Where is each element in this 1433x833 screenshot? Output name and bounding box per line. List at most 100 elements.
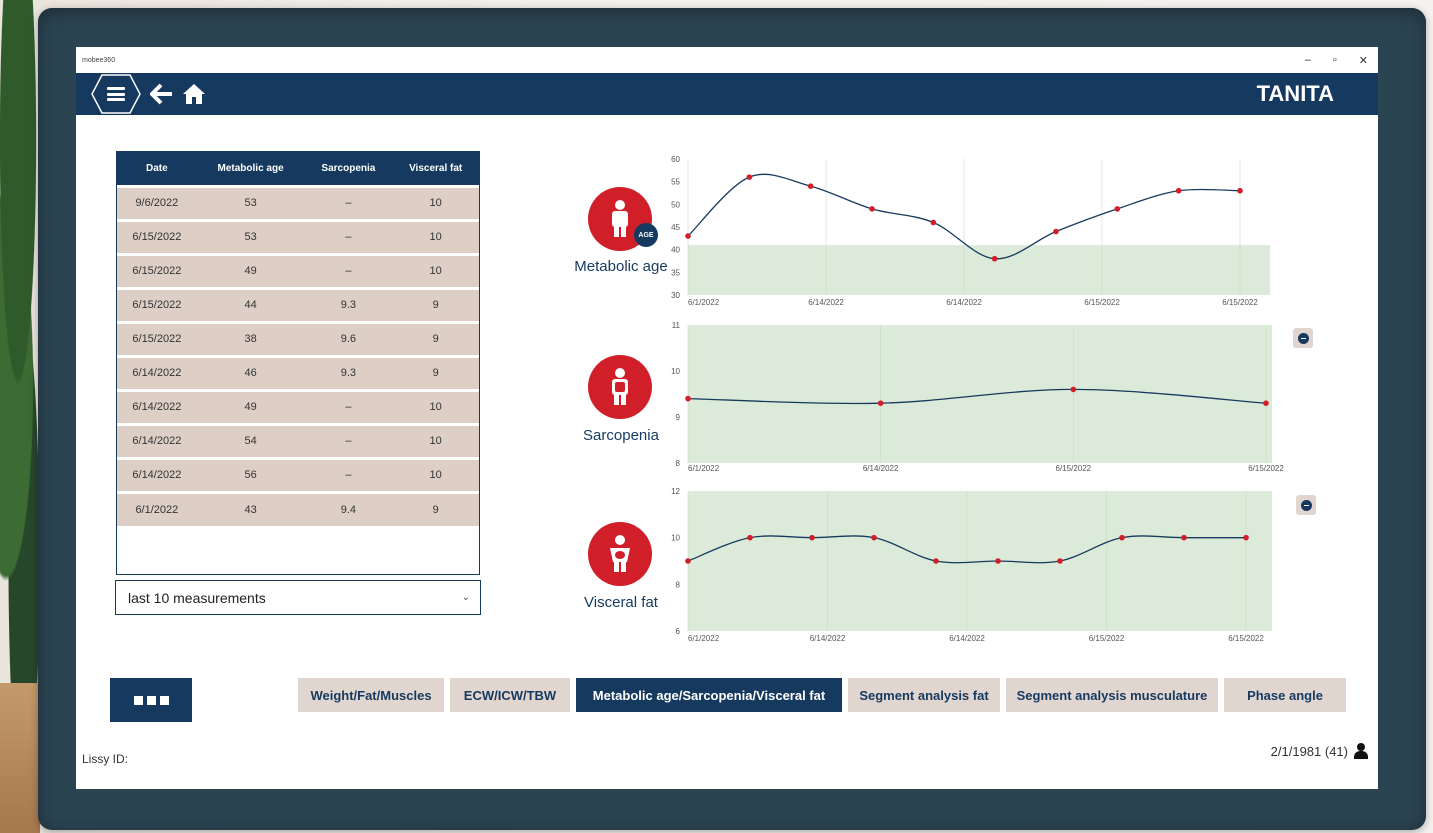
cell-metabolic-age: 54 (196, 422, 305, 458)
column-header-metabolic-age[interactable]: Metabolic age (196, 152, 305, 186)
dot-icon (133, 695, 143, 705)
collapse-visceral-fat-button[interactable] (1296, 495, 1316, 515)
dot-icon (146, 695, 156, 705)
cell-metabolic-age: 56 (196, 456, 305, 492)
table-row[interactable]: 6/14/2022 56–10 (117, 456, 479, 492)
data-point (871, 534, 877, 541)
table-row[interactable]: 6/14/2022 46 9.3 9 (117, 354, 479, 390)
back-button[interactable] (150, 83, 174, 105)
menu-button[interactable] (90, 73, 142, 115)
patient-birthdate: 2/1/1981 (41) (1271, 743, 1368, 759)
cell-metabolic-age: 49 (196, 388, 305, 424)
data-point (930, 219, 937, 226)
cell-metabolic-age: 38 (196, 320, 305, 356)
y-tick-label: 10 (671, 367, 680, 376)
cell-date: 6/15/2022 (117, 320, 197, 356)
table-row[interactable]: 6/15/2022 38 9.6 9 (117, 320, 479, 356)
close-button[interactable]: ✕ (1359, 54, 1368, 67)
column-header-sarcopenia[interactable]: Sarcopenia (304, 152, 393, 186)
table-row[interactable]: 6/15/2022 49–10 (117, 252, 479, 288)
home-button[interactable] (182, 83, 206, 105)
cell-metabolic-age: 44 (196, 286, 305, 322)
chevron-down-icon: ⌄ (461, 592, 470, 603)
tab-weight-fat-muscles[interactable]: Weight/Fat/Muscles (298, 678, 444, 712)
data-point (746, 174, 753, 180)
more-options-button[interactable] (110, 678, 192, 722)
tab-metabolic-sarcopenia-visceral[interactable]: Metabolic age/Sarcopenia/Visceral fat (576, 678, 842, 712)
range-select-value: last 10 measurements (128, 589, 266, 606)
y-tick-label: 12 (671, 487, 680, 496)
x-tick-label: 6/1/2022 (688, 634, 720, 643)
x-tick-label: 6/14/2022 (949, 634, 985, 643)
cell-date: 6/15/2022 (117, 218, 197, 254)
data-point (1263, 400, 1269, 406)
sarcopenia-icon (588, 355, 652, 419)
table-header-row: Date Metabolic age Sarcopenia Visceral f… (117, 152, 479, 186)
tanita-logo: TANITA (1256, 81, 1334, 106)
table-row[interactable]: 6/14/2022 49–10 (117, 388, 479, 424)
y-tick-label: 8 (676, 459, 681, 468)
cell-sarcopenia: – (304, 388, 393, 424)
cell-sarcopenia: – (304, 184, 393, 220)
data-point (809, 534, 815, 541)
y-tick-label: 55 (671, 178, 680, 187)
cell-visceral-fat: 9 (392, 490, 479, 526)
app-window: mobee360 – ▫ ✕ TANITA Date Metabolic age… (76, 47, 1378, 789)
tab-ecw-icw-tbw[interactable]: ECW/ICW/TBW (450, 678, 570, 712)
y-tick-label: 10 (671, 534, 680, 543)
data-point (933, 558, 939, 564)
cell-metabolic-age: 46 (196, 354, 305, 390)
y-tick-label: 45 (671, 223, 680, 232)
minimize-button[interactable]: – (1305, 54, 1311, 67)
cell-metabolic-age: 53 (196, 184, 305, 220)
y-tick-label: 9 (676, 413, 681, 422)
back-arrow-icon (150, 83, 172, 105)
table-row[interactable]: 6/15/2022 44 9.3 9 (117, 286, 479, 322)
data-point (685, 233, 691, 239)
age-badge: AGE (634, 223, 658, 247)
cell-metabolic-age: 43 (196, 490, 305, 526)
window-controls: – ▫ ✕ (1305, 54, 1368, 67)
table-row[interactable]: 6/15/2022 53–10 (117, 218, 479, 254)
home-icon (183, 84, 205, 104)
y-tick-label: 50 (671, 200, 680, 209)
cell-visceral-fat: 10 (392, 388, 479, 424)
cell-date: 6/15/2022 (117, 286, 197, 322)
data-point (1057, 558, 1063, 564)
cell-sarcopenia: – (304, 422, 393, 458)
visceral-fat-chart: 6 8 10 12 6/1/2022 6/14/2022 6/14/2022 6/15/202… (671, 487, 1272, 643)
data-point (807, 183, 814, 189)
cell-date: 6/15/2022 (117, 252, 197, 288)
minus-circle-icon (1297, 332, 1309, 344)
table-row[interactable]: 6/1/2022 43 9.4 9 (117, 490, 479, 526)
cell-visceral-fat: 10 (392, 422, 479, 458)
cell-date: 6/14/2022 (117, 456, 197, 492)
collapse-sarcopenia-button[interactable] (1293, 328, 1313, 348)
x-tick-label: 6/1/2022 (688, 464, 720, 473)
target-band (688, 491, 1272, 631)
cell-sarcopenia: 9.3 (304, 286, 393, 322)
cell-date: 6/14/2022 (117, 388, 197, 424)
range-select[interactable]: last 10 measurements ⌄ (115, 580, 481, 615)
dot-icon (159, 695, 169, 705)
y-tick-label: 40 (671, 246, 680, 255)
x-tick-label: 6/15/2022 (1056, 464, 1092, 473)
x-tick-label: 6/15/2022 (1222, 298, 1258, 307)
table-row[interactable]: 9/6/2022 53–10 (117, 184, 479, 220)
maximize-button[interactable]: ▫ (1333, 54, 1337, 67)
column-header-date[interactable]: Date (117, 152, 197, 186)
tab-segment-analysis-musculature[interactable]: Segment analysis musculature (1006, 678, 1218, 712)
cell-sarcopenia: 9.4 (304, 490, 393, 526)
tab-phase-angle[interactable]: Phase angle (1224, 678, 1346, 712)
data-point (747, 534, 753, 541)
column-header-visceral-fat[interactable]: Visceral fat (392, 152, 479, 186)
tab-segment-analysis-fat[interactable]: Segment analysis fat (848, 678, 1000, 712)
birthdate-text: 2/1/1981 (41) (1270, 743, 1348, 759)
metabolic-age-icon: AGE (588, 187, 658, 251)
user-icon[interactable] (1354, 743, 1368, 759)
x-tick-label: 6/15/2022 (1248, 464, 1284, 473)
cell-metabolic-age: 49 (196, 252, 305, 288)
title-bar: mobee360 – ▫ ✕ (76, 47, 1378, 73)
cell-date: 6/1/2022 (117, 490, 197, 526)
table-row[interactable]: 6/14/2022 54–10 (117, 422, 479, 458)
